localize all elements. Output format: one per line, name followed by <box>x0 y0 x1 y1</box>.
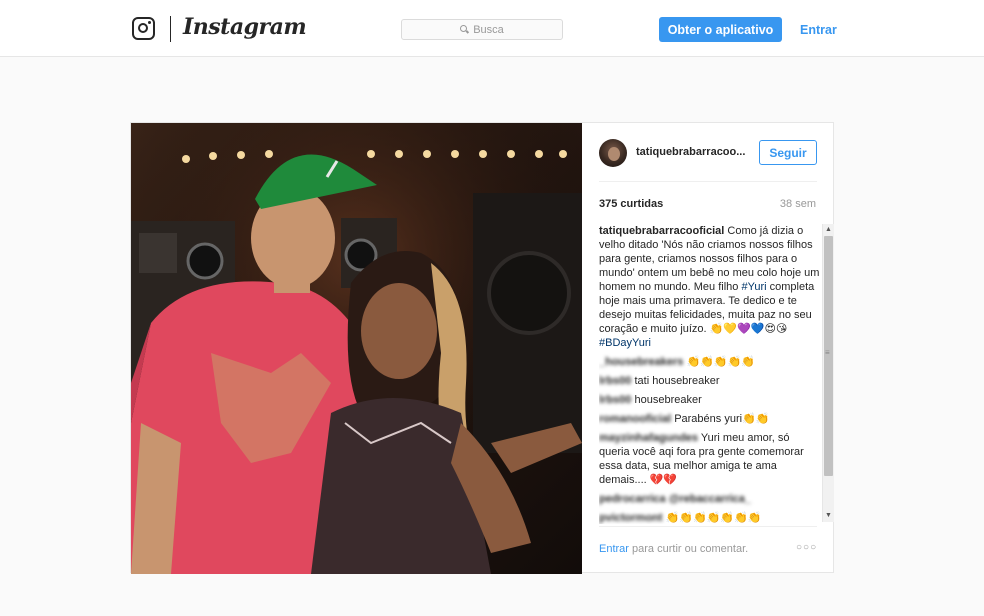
scroll-up-arrow-icon[interactable]: ▲ <box>823 224 834 236</box>
more-options-icon[interactable]: ○○○ <box>796 542 817 553</box>
comment-username[interactable]: lrbs00 <box>599 375 631 387</box>
comment-item: pedrocarrica @rebaccarrica_ <box>599 492 821 506</box>
comment-item: romanooficial Parabéns yuri👏👏 <box>599 412 821 426</box>
post-card: tatiquebrabarracoo... Seguir 375 curtida… <box>130 122 834 574</box>
comment-username[interactable]: romanooficial <box>599 413 671 425</box>
comment-mention[interactable]: @rebaccarrica_ <box>669 493 751 505</box>
comment-item: mayzinhafagundes Yuri meu amor, só queri… <box>599 431 821 487</box>
follow-button[interactable]: Seguir <box>759 140 817 165</box>
hashtag-link[interactable]: #Yuri <box>741 281 766 293</box>
likes-count[interactable]: 375 curtidas <box>599 198 663 210</box>
comment-text: tati housebreaker <box>634 375 720 387</box>
comment-item: lrbs00 housebreaker <box>599 393 821 407</box>
post-photo[interactable] <box>131 123 582 574</box>
search-placeholder: Busca <box>473 23 504 36</box>
comments-list: tatiquebrabarracooficial Como já dizia o… <box>599 224 821 524</box>
instagram-camera-icon[interactable] <box>132 17 155 40</box>
comment-item: lrbs00 tati housebreaker <box>599 374 821 388</box>
comment-username[interactable]: pedrocarrica <box>599 493 666 505</box>
instagram-wordmark[interactable]: Instagram <box>183 14 307 40</box>
divider <box>599 526 817 527</box>
comment-text: Parabéns yuri👏👏 <box>674 413 770 425</box>
search-input[interactable]: Busca <box>401 19 563 40</box>
photo-illustration <box>131 123 582 574</box>
divider <box>599 181 817 182</box>
scroll-down-arrow-icon[interactable]: ▼ <box>823 510 834 522</box>
logo-divider <box>170 16 171 42</box>
camera-flash-dot <box>148 21 151 24</box>
post-timestamp[interactable]: 38 sem <box>780 198 816 210</box>
login-prompt: Entrar para curtir ou comentar. <box>599 543 748 555</box>
comment-item: pvictormont 👏👏👏👏👏👏👏 <box>599 511 821 524</box>
comment-text: 👏👏👏👏👏 <box>686 356 755 368</box>
hashtag-link[interactable]: #BDayYuri <box>599 337 651 349</box>
comment-text: housebreaker <box>634 394 702 406</box>
scroll-thumb[interactable] <box>824 236 833 476</box>
camera-lens <box>138 23 148 33</box>
login-to-like-link[interactable]: Entrar <box>599 543 629 555</box>
get-app-button[interactable]: Obter o aplicativo <box>659 17 782 42</box>
post-sidebar: tatiquebrabarracoo... Seguir 375 curtida… <box>582 123 834 572</box>
login-link[interactable]: Entrar <box>800 23 837 37</box>
caption-username[interactable]: tatiquebrabarracooficial <box>599 225 724 237</box>
comment-text: 👏👏👏👏👏👏👏 <box>665 512 762 524</box>
comment-item: _housebreakers 👏👏👏👏👏 <box>599 355 821 369</box>
comments-scrollbar[interactable]: ▲ ▼ <box>822 224 834 522</box>
search-icon <box>460 25 470 34</box>
top-nav-bar: Instagram Busca Obter o aplicativo Entra… <box>0 0 984 57</box>
comment-username[interactable]: mayzinhafagundes <box>599 432 698 444</box>
search-icon-handle <box>466 30 470 34</box>
comment-username[interactable]: lrbs00 <box>599 394 631 406</box>
comment-username[interactable]: pvictormont <box>599 512 663 524</box>
caption: tatiquebrabarracooficial Como já dizia o… <box>599 224 821 350</box>
comment-username[interactable]: _housebreakers <box>599 356 683 368</box>
login-prompt-text: para curtir ou comentar. <box>632 543 749 555</box>
owner-avatar[interactable] <box>599 139 627 167</box>
owner-username[interactable]: tatiquebrabarracoo... <box>636 146 745 158</box>
